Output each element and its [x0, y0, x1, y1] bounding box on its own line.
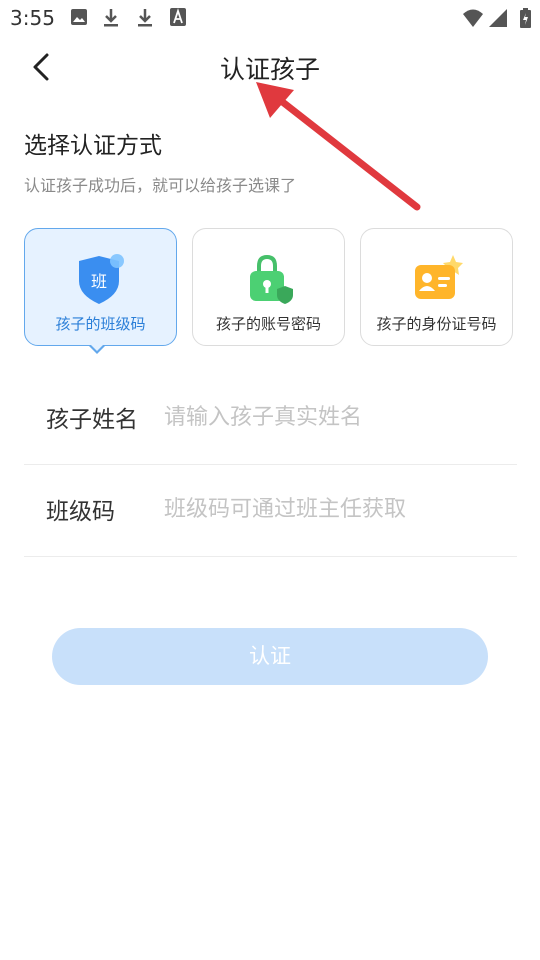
class-shield-icon: 班 [78, 254, 124, 304]
verify-button[interactable]: 认证 [52, 628, 488, 685]
id-card-icon [414, 255, 463, 299]
svg-text:班: 班 [90, 272, 106, 291]
method-label: 孩子的账号密码 [215, 315, 321, 333]
class-code-label: 班级码 [46, 499, 115, 525]
a-letter-icon [170, 8, 186, 26]
method-card-account-password[interactable]: 孩子的账号密码 [192, 228, 345, 346]
method-card-class-code[interactable]: 班 孩子的班级码 [24, 228, 177, 346]
method-label: 孩子的身份证号码 [376, 315, 497, 333]
wifi-icon [463, 9, 483, 27]
section-subtitle: 认证孩子成功后，就可以给孩子选课了 [24, 176, 297, 195]
child-name-input[interactable] [162, 394, 506, 440]
child-name-row: 孩子姓名 [24, 372, 517, 465]
class-code-input[interactable] [162, 486, 506, 532]
child-name-label: 孩子姓名 [46, 407, 138, 433]
section-title: 选择认证方式 [24, 133, 162, 159]
class-code-row: 班级码 [24, 464, 517, 557]
status-time: 3:55 [10, 6, 55, 30]
method-card-id-number[interactable]: 孩子的身份证号码 [360, 228, 513, 346]
status-bar: 3:55 [0, 0, 540, 36]
download-icon [138, 9, 152, 27]
battery-icon [520, 8, 531, 28]
signal-icon [489, 9, 507, 27]
lock-icon [249, 254, 293, 304]
method-label: 孩子的班级码 [55, 315, 146, 333]
image-icon [71, 9, 87, 25]
download-icon [104, 9, 118, 27]
